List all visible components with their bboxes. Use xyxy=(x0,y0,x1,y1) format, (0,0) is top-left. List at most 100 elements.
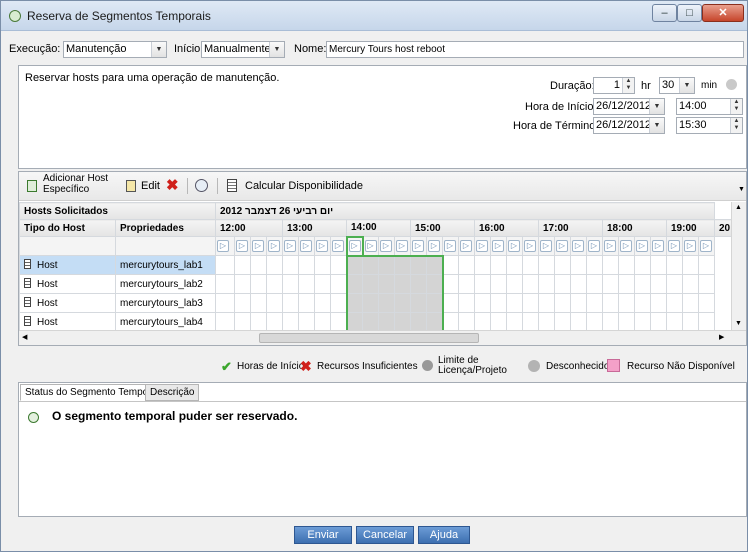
start-slot-cell[interactable]: ▷ xyxy=(538,236,555,256)
timeline-cell[interactable] xyxy=(426,274,444,294)
timeline-cell[interactable] xyxy=(362,254,379,275)
duracao-min-select[interactable]: 30 ▼ xyxy=(659,77,695,94)
timeline-cell[interactable] xyxy=(650,255,667,275)
timeline-cell[interactable] xyxy=(314,293,331,313)
start-time-icon[interactable]: ▷ xyxy=(588,240,600,252)
edit-button[interactable]: Edit xyxy=(141,180,160,192)
timeline-cell[interactable] xyxy=(442,255,459,275)
start-slot-cell[interactable]: ▷ xyxy=(234,236,251,256)
start-slot-cell[interactable]: ▷ xyxy=(682,236,699,256)
timeline-cell[interactable] xyxy=(570,255,587,275)
start-slot-cell[interactable]: ▷ xyxy=(345,235,364,257)
timeline-cell[interactable] xyxy=(618,312,635,332)
timeline-cell[interactable] xyxy=(682,312,699,332)
table-row[interactable]: Host mercurytours_lab3 xyxy=(19,293,738,313)
start-time-icon[interactable]: ▷ xyxy=(700,240,712,252)
col-tipo-header[interactable]: Tipo do Host xyxy=(19,219,116,237)
tab-descricao[interactable]: Descrição xyxy=(145,384,200,401)
start-slot-cell[interactable]: ▷ xyxy=(490,236,507,256)
scroll-down-icon[interactable]: ▼ xyxy=(735,320,742,327)
start-time-icon[interactable]: ▷ xyxy=(572,240,584,252)
timeline-cell[interactable] xyxy=(522,255,539,275)
col-propriedades-header[interactable]: Propriedades xyxy=(115,219,216,237)
start-time-icon[interactable]: ▷ xyxy=(668,240,680,252)
timeline-cell[interactable] xyxy=(394,254,411,275)
start-slot-cell[interactable]: ▷ xyxy=(410,236,427,256)
start-time-icon[interactable]: ▷ xyxy=(348,240,361,252)
timeline-cell[interactable] xyxy=(618,255,635,275)
start-slot-cell[interactable]: ▷ xyxy=(362,236,379,256)
timeline-cell[interactable] xyxy=(458,293,475,313)
timeline-cell[interactable] xyxy=(266,255,283,275)
timeline-cell[interactable] xyxy=(330,255,347,275)
delete-icon[interactable]: ✖ xyxy=(166,176,179,194)
timeline-cell[interactable] xyxy=(650,312,667,332)
timeline-cell[interactable] xyxy=(215,274,235,294)
timeline-cell[interactable] xyxy=(266,293,283,313)
timeline-cell[interactable] xyxy=(474,312,491,332)
timeline-cell[interactable] xyxy=(538,274,555,294)
timeline-cell[interactable] xyxy=(298,274,315,294)
start-time-icon[interactable]: ▷ xyxy=(332,240,344,252)
horizontal-scrollbar[interactable]: ◀ ▶ xyxy=(19,330,746,345)
start-time-icon[interactable]: ▷ xyxy=(396,239,408,252)
start-slot-cell[interactable]: ▷ xyxy=(458,236,475,256)
start-slot-cell[interactable]: ▷ xyxy=(314,236,331,256)
timeline-cell[interactable] xyxy=(650,293,667,313)
start-time-icon[interactable]: ▷ xyxy=(444,240,456,252)
table-row[interactable]: Host mercurytours_lab1 xyxy=(19,254,738,275)
cancelar-button[interactable]: Cancelar xyxy=(356,526,414,544)
timeline-cell[interactable] xyxy=(378,312,395,332)
timeline-cell[interactable] xyxy=(698,312,715,332)
start-time-icon[interactable]: ▷ xyxy=(492,240,504,252)
scroll-right-icon[interactable]: ▶ xyxy=(719,333,724,341)
timeline-cell[interactable] xyxy=(426,312,444,332)
timeline-cell[interactable] xyxy=(250,312,267,332)
timeline-cell[interactable] xyxy=(570,293,587,313)
duracao-hr-input[interactable]: 1 ▲ ▼ xyxy=(593,77,635,94)
start-slot-cell[interactable]: ▷ xyxy=(602,236,619,256)
start-time-icon[interactable]: ▷ xyxy=(684,240,696,252)
timeline-cell[interactable] xyxy=(522,274,539,294)
inicio-select[interactable]: Manualmente ▼ xyxy=(201,41,285,58)
calc-availability-button[interactable]: Calcular Disponibilidade xyxy=(245,180,363,192)
timeline-cell[interactable] xyxy=(345,293,363,313)
timeline-cell[interactable] xyxy=(330,293,347,313)
timeline-cell[interactable] xyxy=(410,312,427,332)
timeline-cell[interactable] xyxy=(698,274,715,294)
start-slot-cell[interactable]: ▷ xyxy=(586,236,603,256)
timeline-cell[interactable] xyxy=(330,274,347,294)
start-time-icon[interactable]: ▷ xyxy=(604,240,616,252)
start-slot-cell[interactable]: ▷ xyxy=(522,236,539,256)
timeline-cell[interactable] xyxy=(378,293,395,313)
start-time-icon[interactable]: ▷ xyxy=(364,239,377,252)
timeline-cell[interactable] xyxy=(634,274,651,294)
timeline-cell[interactable] xyxy=(442,274,459,294)
table-row[interactable]: Host mercurytours_lab4 xyxy=(19,312,738,332)
start-slot-cell[interactable]: ▷ xyxy=(394,236,411,256)
timeline-cell[interactable] xyxy=(330,312,347,332)
timeline-cell[interactable] xyxy=(490,293,507,313)
start-time-icon[interactable]: ▷ xyxy=(652,240,664,252)
timeline-cell[interactable] xyxy=(554,274,571,294)
timeline-cell[interactable] xyxy=(410,254,427,275)
timeline-cell[interactable] xyxy=(394,312,411,332)
timeline-cell[interactable] xyxy=(282,255,299,275)
timeline-cell[interactable] xyxy=(426,254,444,275)
start-slot-cell[interactable]: ▷ xyxy=(215,236,235,256)
start-slot-cell[interactable]: ▷ xyxy=(506,236,523,256)
termino-time-input[interactable]: 15:30 ▲ ▼ xyxy=(676,117,743,134)
timeline-cell[interactable] xyxy=(442,312,459,332)
timeline-cell[interactable] xyxy=(234,274,251,294)
spin-icon[interactable]: ▲ ▼ xyxy=(730,99,742,114)
timeline-cell[interactable] xyxy=(586,274,603,294)
vertical-scrollbar[interactable]: ▲ ▼ xyxy=(731,202,746,330)
start-time-icon[interactable]: ▷ xyxy=(556,240,568,252)
start-time-icon[interactable]: ▷ xyxy=(508,240,520,252)
start-slot-cell[interactable]: ▷ xyxy=(330,236,347,256)
timeline-cell[interactable] xyxy=(410,274,427,294)
timeline-cell[interactable] xyxy=(394,293,411,313)
start-time-icon[interactable]: ▷ xyxy=(252,240,264,252)
start-slot-cell[interactable]: ▷ xyxy=(570,236,587,256)
minimize-button[interactable]: – xyxy=(652,4,677,22)
